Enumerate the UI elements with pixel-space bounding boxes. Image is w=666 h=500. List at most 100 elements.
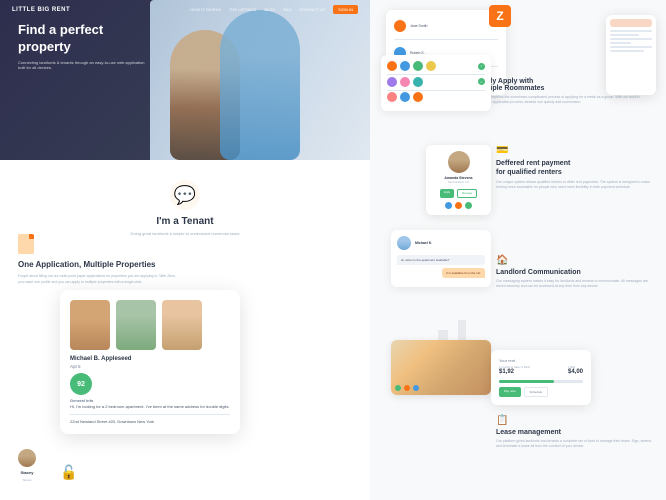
landlord-section: 🏠 Landlord Communication Our messaging s… [496,255,656,290]
rent-pay-now-button[interactable]: Pay now [499,387,521,397]
landlord-chat-card: Michael K. Hi, when is the apartment ava… [391,230,491,287]
profile-message-button[interactable]: Message [457,189,477,198]
app-photo-1 [70,300,110,350]
property-photo [391,340,491,395]
roommates-divider-2 [387,90,485,91]
roommates-divider [387,74,485,75]
hero-section: LITTLE BIG RENT HOW IT WORKS THE LISTING… [0,0,370,160]
nav-blog[interactable]: BLOG [264,7,275,12]
bottom-tenant-avatar [18,449,36,467]
nav-faq[interactable]: FAQ [283,7,291,12]
mobile-content-lines [610,30,652,52]
hero-subtitle: Connecting landlords & tenants through a… [18,60,148,71]
roommate-avatar-9 [400,92,410,102]
social-dot-2 [455,202,462,209]
mobile-line-2 [610,34,639,36]
mobile-line-4 [610,42,631,44]
hero-text-block: Find a perfect property Connecting landl… [18,22,148,71]
landlord-chat-avatar [397,236,411,250]
landlord-chat-header: Michael K. [397,236,485,250]
profile-avatar [448,151,470,173]
mobile-line-6 [610,50,644,52]
roommate-avatar-10 [413,92,423,102]
profile-social-links [445,202,472,209]
nav-links: HOW IT WORKS THE LISTINGS BLOG FAQ CONTA… [190,5,358,14]
navigation: LITTLE BIG RENT HOW IT WORKS THE LISTING… [0,5,370,14]
hero-title: Find a perfect property [18,22,148,56]
rent-value-1: $1,92 [499,369,530,375]
deferred-rent-description: Our unique system allows qualified rente… [496,180,656,191]
bottom-tenant-profile: Stacey Tenant [18,449,36,482]
rent-value-2: $4,00 [568,369,583,375]
zillow-badge: Z [489,5,511,27]
landlord-icon: 🏠 [496,255,656,266]
roommate-row-3 [387,92,485,102]
app-general-info-text: Hi, I'm looking for a 2 bedroom apartmen… [70,404,230,410]
profile-name: Amanda Stevens [444,176,472,180]
roommate-avatar-1 [387,61,397,71]
lease-section: 📋 Lease management Our platform gives la… [496,415,656,450]
app-unit: Apt 5 [70,364,230,369]
rent-amount-block-1: 1 month to date (c $12) $1,92 [499,365,530,375]
deferred-rent-section: 💳 Deffered rent paymentfor qualified ren… [496,145,656,191]
deferred-rent-icon: 💳 [496,145,656,156]
app-card-header [70,300,230,350]
app-photo-3 [162,300,202,350]
one-application-section: One Application, Multiple Properties For… [0,220,200,300]
chat-icon: 💬 [170,180,200,210]
roommate-row-2: ✓ [387,77,485,87]
right-panel: Z Jane Smith Robert K. Mary L. 👥 Easily … [370,0,666,500]
profile-detail: San Francisco, CA [448,181,469,184]
rent-payment-card: Your rent 1 month to date (c $12) $1,92 … [491,350,591,405]
rent-amount-block-2: c $42 $4,00 [568,365,583,375]
landlord-description: Our messaging system makes it easy for l… [496,279,656,290]
lease-description: Our platform gives landlords and tenants… [496,439,656,450]
app-photo-2 [116,300,156,350]
lease-icon: 📋 [496,415,656,426]
deferred-rent-title: Deffered rent paymentfor qualified rente… [496,159,656,177]
app-general-info-label: General Info [70,398,230,403]
profile-actions: Apply Message [440,189,477,198]
hero-image [150,0,370,160]
rent-schedule-button[interactable]: Schedule [524,387,549,397]
rent-amounts: 1 month to date (c $12) $1,92 c $42 $4,0… [499,365,583,375]
nav-logo: LITTLE BIG RENT [12,7,70,13]
nav-contact[interactable]: CONTACT US [299,7,325,12]
rent-progress-bar [499,380,583,383]
mobile-line-1 [610,30,652,32]
bottom-tenant-role: Tenant [22,478,31,482]
nav-how-it-works[interactable]: HOW IT WORKS [190,7,221,12]
mobile-app-mockup [606,15,656,95]
one-app-description: Forget about filling out our multi-point… [18,274,182,285]
prop-dot-1 [395,385,401,391]
rent-card-title: Your rent [499,358,583,363]
roommate-avatar-2 [400,61,410,71]
roommate-avatar-4 [426,61,436,71]
app-applicant-name: Michael B. Appleseed [70,356,230,362]
rent-progress-fill [499,380,554,383]
one-app-title: One Application, Multiple Properties [18,260,182,270]
nav-signin-button[interactable]: SIGN IN [333,5,358,14]
nav-listings[interactable]: THE LISTINGS [229,7,256,12]
property-badge [395,385,419,391]
roommate-row: ✓ [387,61,485,71]
landlord-chat-message2: It is available from the 1st. [442,268,485,278]
application-card: Michael B. Appleseed Apt 5 92 General In… [60,290,240,434]
social-dot-1 [445,202,452,209]
property-image [391,340,491,395]
prop-dot-2 [404,385,410,391]
zillow-item-name-1: Jane Smith [410,24,428,28]
mobile-line-3 [610,38,652,40]
zillow-avatar-1 [394,20,406,32]
prop-dot-3 [413,385,419,391]
zillow-item: Jane Smith [394,18,498,34]
lease-title: Lease management [496,429,656,436]
mobile-header-bar [610,19,652,27]
document-icon [18,234,34,254]
profile-apply-button[interactable]: Apply [440,189,454,198]
roommates-card: ✓ ✓ [381,55,491,111]
roommates-description: Our site simplifies the sometimes compli… [476,95,656,106]
landlord-title: Landlord Communication [496,269,656,276]
app-address: 22nd Newland Street #20, Downtown New Yo… [70,414,230,424]
lock-icon-section: 🔓 [60,464,77,482]
